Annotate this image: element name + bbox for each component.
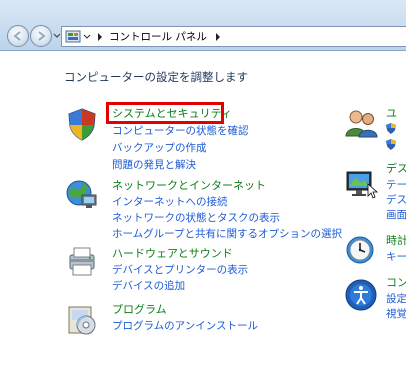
printer-icon[interactable] [64, 245, 100, 281]
link-uninstall-program[interactable]: プログラムのアンインストール [112, 318, 258, 333]
forward-arrow-icon [38, 31, 46, 41]
link-find-fix-problems[interactable]: 問題の発見と解決 [112, 157, 196, 172]
forward-button[interactable] [30, 25, 52, 47]
link-add-device[interactable]: デバイスの追加 [112, 278, 185, 293]
category-user-accounts: ユ [344, 106, 406, 156]
recent-pages-dropdown-icon[interactable] [53, 33, 61, 39]
category-system-security: システムとセキュリティ コンピューターの状態を確認 バックアップの作成 問題の発… [64, 105, 364, 171]
link-appearance-3[interactable]: 画面 [386, 207, 406, 222]
category-title-clock-region[interactable]: 時計 [386, 232, 406, 248]
link-check-computer-status[interactable]: コンピューターの状態を確認 [112, 123, 249, 138]
category-title-user-accounts[interactable]: ユ [386, 105, 397, 121]
category-hardware-sound: ハードウェアとサウンド デバイスとプリンターの表示 デバイスの追加 [64, 245, 364, 293]
breadcrumb-control-panel[interactable]: コントロール パネル [109, 29, 207, 44]
clock-globe-icon[interactable] [344, 232, 380, 268]
uac-shield-icon [386, 139, 396, 150]
ease-of-access-icon[interactable] [344, 278, 380, 314]
programs-icon[interactable] [64, 301, 100, 337]
category-title-system-security[interactable]: システムとセキュリティ [112, 105, 232, 121]
link-create-backup[interactable]: バックアップの作成 [112, 140, 207, 155]
category-title-hardware-sound[interactable]: ハードウェアとサウンド [112, 245, 233, 261]
category-title-network-internet[interactable]: ネットワークとインターネット [112, 177, 266, 193]
uac-shield-icon [386, 123, 396, 134]
category-title-appearance[interactable]: デス [386, 160, 406, 176]
link-ease-of-access-1[interactable]: 設定 [386, 291, 406, 306]
control-panel-icon [65, 30, 81, 42]
back-arrow-icon [13, 31, 21, 41]
link-devices-printers[interactable]: デバイスとプリンターの表示 [112, 262, 248, 277]
back-button[interactable] [7, 25, 29, 47]
control-panel-content: コンピューターの設定を調整します システムとセキュリティ コンピューターの状態を… [0, 52, 406, 369]
breadcrumb-separator-icon[interactable] [97, 32, 103, 41]
network-globe-icon[interactable] [64, 177, 100, 213]
link-homegroup-sharing[interactable]: ホームグループと共有に関するオプションの選択 [112, 226, 342, 241]
breadcrumb-separator-icon[interactable] [215, 32, 221, 41]
navigation-bar: コントロール パネル [0, 0, 406, 51]
chevron-down-icon[interactable] [83, 34, 91, 40]
link-ease-of-access-2[interactable]: 視覚 [386, 306, 406, 321]
category-ease-of-access: コン 設定 視覚 [344, 274, 406, 324]
category-title-programs[interactable]: プログラム [112, 301, 167, 317]
link-network-status-tasks[interactable]: ネットワークの状態とタスクの表示 [112, 210, 280, 225]
link-connect-internet[interactable]: インターネットへの接続 [112, 194, 228, 209]
users-icon[interactable] [344, 106, 380, 142]
category-appearance: デス テー デス 画面 [344, 160, 406, 222]
category-programs: プログラム プログラムのアンインストール [64, 301, 364, 341]
category-clock-region: 時計 キー [344, 232, 406, 272]
shield-icon[interactable] [64, 106, 100, 142]
address-bar[interactable]: コントロール パネル [61, 26, 406, 47]
category-title-ease-of-access[interactable]: コン [386, 274, 406, 290]
link-clock-region-1[interactable]: キー [386, 249, 406, 264]
link-appearance-1[interactable]: テー [386, 177, 406, 192]
link-appearance-2[interactable]: デス [386, 192, 406, 207]
page-heading: コンピューターの設定を調整します [64, 70, 248, 84]
category-network-internet: ネットワークとインターネット インターネットへの接続 ネットワークの状態とタスク… [64, 177, 364, 245]
desktop-monitor-icon[interactable] [344, 166, 380, 202]
